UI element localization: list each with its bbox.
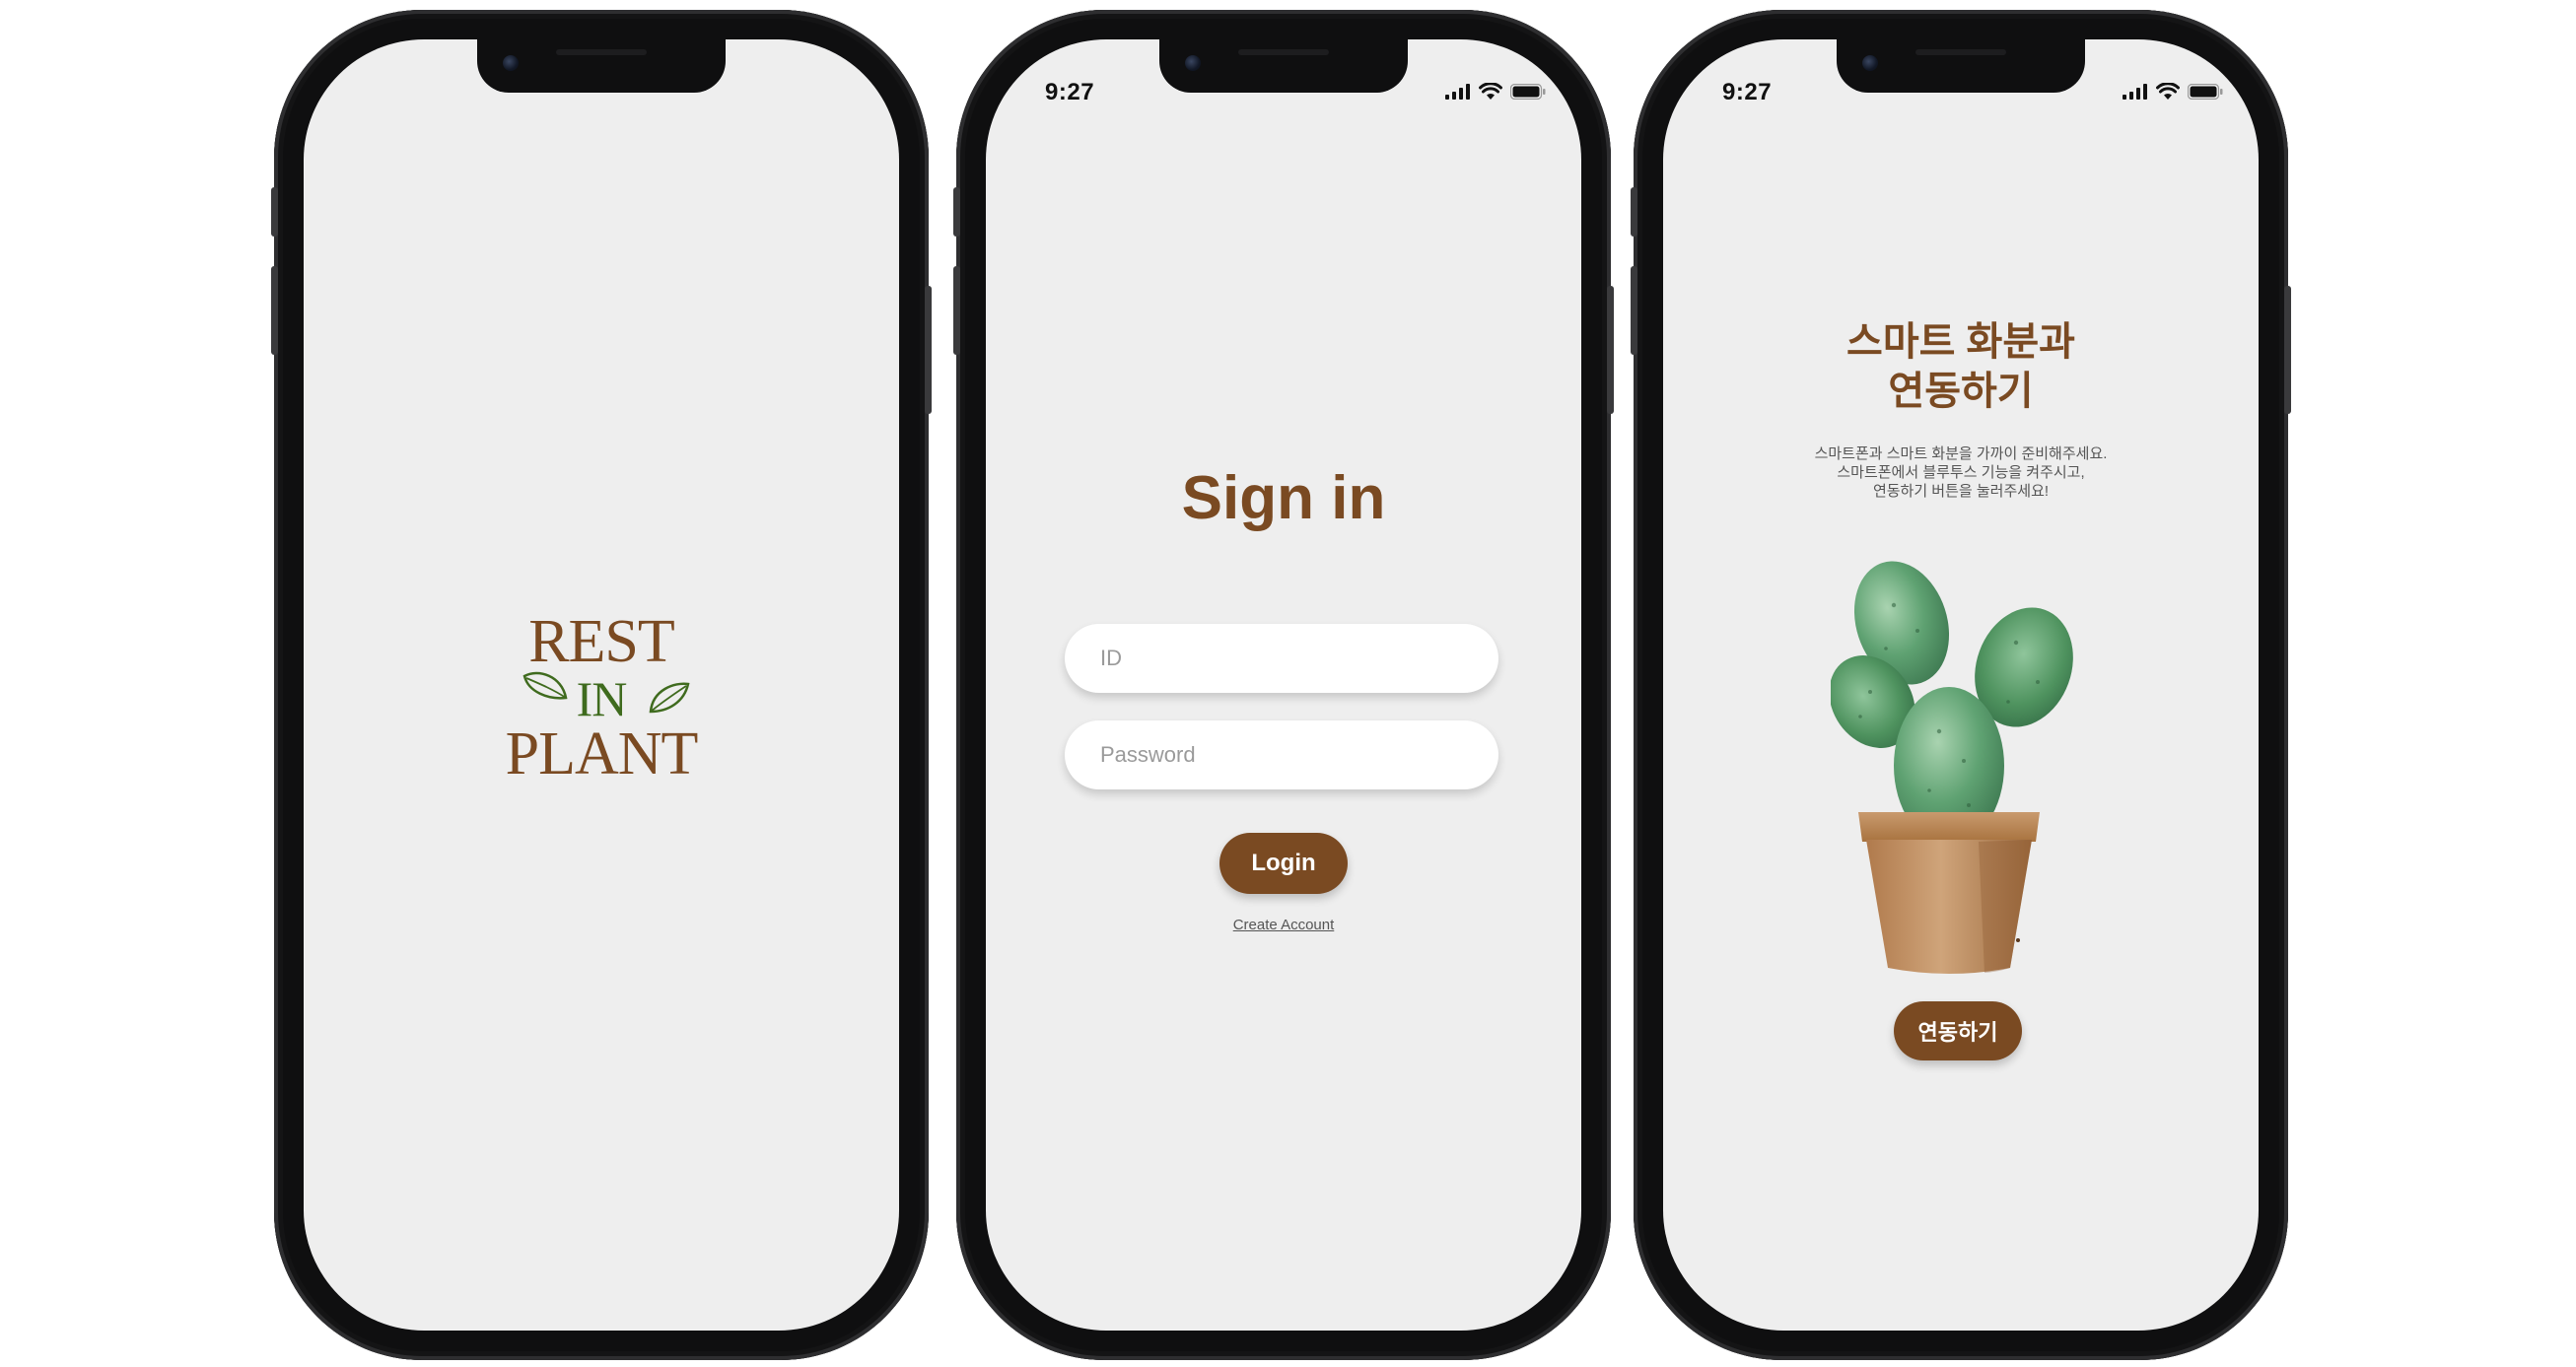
id-input[interactable] [1065,624,1498,693]
signal-icon [1445,84,1470,100]
connect-description-line: 연동하기 버튼을 눌러주세요! [1872,483,2050,500]
battery-icon [1510,84,1546,100]
volume-up-button [271,266,278,355]
phone-signin: 9:27 Sign in ID Login Create Account [953,10,1614,1360]
power-button [925,286,932,414]
volume-up-button [1631,266,1637,355]
front-camera [503,55,519,71]
wifi-icon [2156,83,2180,100]
wifi-icon [1479,83,1502,100]
power-button [1607,286,1614,414]
notch [1837,39,2085,93]
cactus-pot-illustration [1831,561,2073,974]
earpiece-speaker [556,49,647,55]
mute-switch [271,187,278,237]
power-button [2284,286,2291,414]
phone-splash: REST IN PLANT [271,10,932,1360]
earpiece-speaker [1915,49,2006,55]
rest-in-plant-logo: REST IN PLANT [304,611,899,785]
status-time: 9:27 [1722,79,1773,105]
mockup-stage: REST IN PLANT 9:27 Sign in ID Login Crea… [0,0,2576,1367]
connect-title-line: 연동하기 [1888,370,2034,413]
mute-switch [953,187,960,237]
front-camera [1862,55,1878,71]
signin-screen: 9:27 Sign in ID Login Create Account [986,39,1581,1331]
phone-connect: 9:27 스마트 화분과 연동하기 스마트폰과 스마트 화분을 가까이 준비해주… [1631,10,2291,1360]
logo-leaf-left-icon [522,671,568,700]
logo-leaf-right-icon [649,682,690,714]
connect-screen: 9:27 스마트 화분과 연동하기 스마트폰과 스마트 화분을 가까이 준비해주… [1663,39,2259,1331]
logo-plant-text: PLANT [505,720,699,787]
password-input[interactable] [1065,720,1498,789]
notch [1159,39,1408,93]
volume-up-button [953,266,960,355]
status-time: 9:27 [1045,79,1095,105]
connect-description: 스마트폰과 스마트 화분을 가까이 준비해주세요. 스마트폰에서 블루투스 기능… [1663,444,2259,501]
connect-description-line: 스마트폰에서 블루투스 기능을 켜주시고, [1837,464,2085,481]
status-icons [1445,83,1546,101]
signin-title: Sign in [1181,464,1386,532]
notch [477,39,726,93]
create-account-link[interactable]: Create Account [986,917,1581,933]
front-camera [1185,55,1201,71]
battery-icon [2188,84,2223,100]
mute-switch [1631,187,1637,237]
logo-in-text: IN [576,671,628,726]
logo-rest-text: REST [528,608,675,675]
connect-title-line: 스마트 화분과 [1846,320,2075,364]
connect-description-line: 스마트폰과 스마트 화분을 가까이 준비해주세요. [1814,445,2108,462]
earpiece-speaker [1238,49,1329,55]
login-button[interactable]: Login [1219,833,1348,894]
splash-screen: REST IN PLANT [304,39,899,1331]
signal-icon [2123,84,2147,100]
connect-button[interactable]: 연동하기 [1894,1001,2022,1060]
connect-title: 스마트 화분과 연동하기 [1663,317,2259,416]
status-icons [2123,83,2223,101]
